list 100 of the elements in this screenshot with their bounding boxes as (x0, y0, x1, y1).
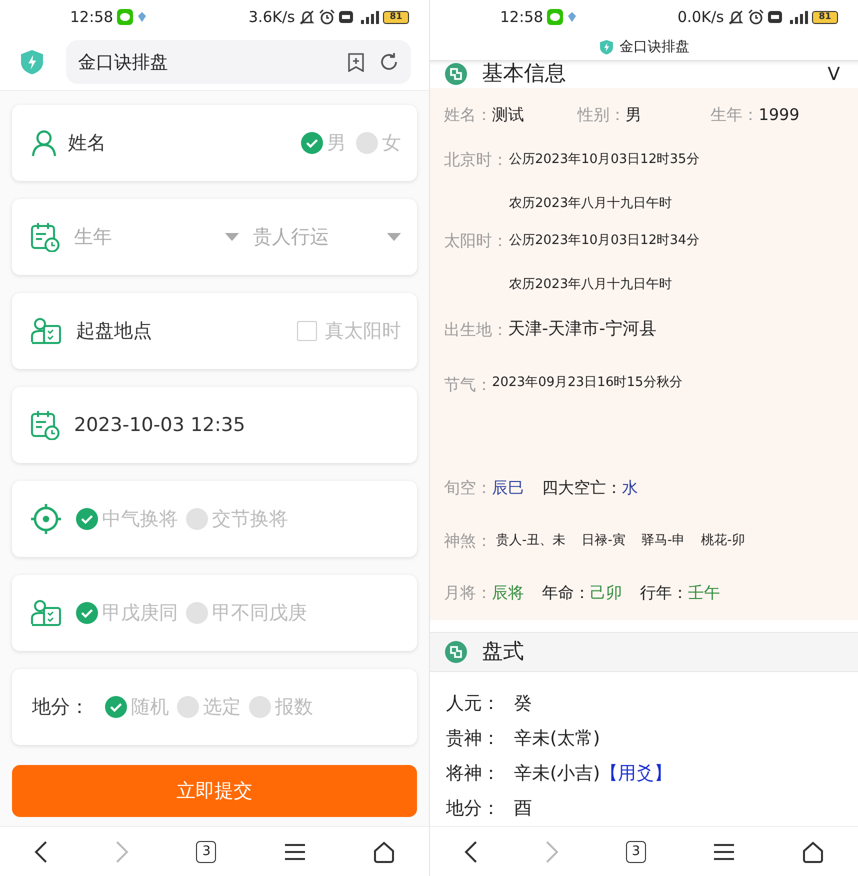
network-speed: 3.6K/s (248, 6, 295, 28)
status-time: 12:58 (500, 6, 544, 28)
field-label: 太阳时： (444, 230, 508, 252)
field-label: 地分： (32, 694, 89, 720)
field-label: 月将： (444, 582, 492, 604)
calendar-clock-icon (30, 222, 60, 252)
bell-off-icon (728, 9, 744, 25)
option-label: 中气换将 (102, 506, 178, 532)
option-label: 报数 (275, 694, 313, 720)
tabs-button[interactable]: 3 (196, 840, 216, 862)
back-icon[interactable] (464, 840, 478, 864)
field-value: 男 (625, 104, 642, 126)
field-value: 年命： (542, 582, 590, 604)
section-title: 基本信息 (482, 60, 566, 88)
field-label: 性别： (577, 104, 626, 126)
battery-level: 81 (383, 10, 409, 24)
section-logo-icon (444, 62, 468, 86)
field-label: 将神： (446, 762, 500, 786)
tabs-button[interactable]: 3 (626, 840, 646, 862)
hd-icon (339, 11, 353, 23)
checkbox-label: 真太阳时 (325, 318, 401, 344)
field-value: 酉 (514, 797, 532, 821)
notification-icon (137, 11, 148, 23)
radio-button[interactable] (356, 132, 378, 154)
menu-icon[interactable] (713, 842, 736, 860)
option-label: 甲戊庚同 (102, 600, 178, 626)
radio-button[interactable] (105, 696, 127, 718)
field-value: 四大空亡： (542, 477, 622, 499)
radio-button[interactable] (301, 132, 323, 154)
field-value: 辰将 (492, 582, 524, 604)
network-speed: 0.0K/s (677, 6, 724, 28)
page-title: 金口诀排盘 (620, 38, 690, 56)
chat-app-icon (547, 9, 564, 25)
option-label: 交节换将 (212, 506, 288, 532)
section-title: 盘式 (482, 638, 524, 666)
field-value: 水 (622, 477, 638, 499)
chat-app-icon (117, 9, 134, 25)
home-icon[interactable] (802, 840, 824, 862)
refresh-icon[interactable] (379, 52, 399, 72)
field-label: 姓名： (444, 104, 492, 126)
person-card-icon (30, 598, 62, 628)
field-label: 神煞： (444, 530, 492, 552)
option-label: 女 (382, 130, 401, 156)
option-label: 选定 (203, 694, 241, 720)
shield-icon (598, 38, 614, 56)
radio-button[interactable] (186, 508, 208, 530)
notification-icon (567, 11, 578, 23)
field-value: 日禄-寅 (582, 532, 626, 550)
datetime-field[interactable]: 2023-10-03 12:35 (74, 410, 246, 440)
date-line: 农历2023年八月十九日午时 (509, 195, 672, 214)
field-label: 出生地： (444, 318, 508, 340)
battery-level: 81 (812, 10, 838, 24)
section-logo-icon (444, 640, 468, 664)
caret-icon (387, 233, 401, 241)
option-label: 男 (327, 130, 346, 156)
option-label: 随机 (131, 694, 169, 720)
collapse-toggle[interactable]: V (828, 60, 840, 88)
field-value: 壬午 (688, 582, 720, 604)
field-label: 旬空： (444, 477, 492, 499)
date-line: 农历2023年八月十九日午时 (509, 276, 672, 294)
radio-button[interactable] (249, 696, 271, 718)
field-label: 北京时： (444, 148, 508, 170)
name-field[interactable]: 姓名 (68, 128, 106, 158)
calendar-clock-icon (30, 410, 60, 440)
home-icon[interactable] (373, 840, 396, 862)
status-time: 12:58 (70, 6, 114, 28)
menu-icon[interactable] (284, 842, 306, 860)
field-label: 贵神： (446, 727, 500, 751)
field-value: 己卯 (590, 582, 622, 604)
caret-icon (225, 233, 239, 241)
person-card-icon (30, 316, 62, 346)
target-icon (30, 503, 62, 535)
radio-button[interactable] (76, 602, 98, 624)
field-value: 贵人-丑、未 (496, 532, 566, 550)
alarm-icon (319, 9, 335, 25)
field-value: 测试 (492, 104, 524, 126)
date-line: 公历2023年10月03日12时34分 (509, 232, 700, 250)
field-label: 节气： (444, 374, 492, 396)
radio-button[interactable] (186, 602, 208, 624)
checkbox[interactable] (297, 321, 317, 341)
field-value: 2023年09月23日16时15分秋分 (492, 374, 682, 392)
shield-icon (20, 48, 44, 76)
radio-button[interactable] (177, 696, 199, 718)
location-field[interactable]: 起盘地点 (76, 316, 152, 346)
field-label: 地分： (446, 797, 500, 821)
field-value: 辰巳 (492, 477, 524, 499)
bell-off-icon (299, 9, 315, 25)
radio-button[interactable] (76, 508, 98, 530)
hd-icon (768, 11, 782, 23)
bookmark-add-icon[interactable] (347, 52, 365, 72)
back-icon[interactable] (34, 840, 48, 864)
field-value: 1999 (758, 104, 800, 126)
address-bar[interactable]: 金口诀排盘 (66, 40, 411, 84)
field-value: 行年： (640, 582, 688, 604)
field-value: 辛未(小吉) (514, 762, 600, 786)
field-value: 桃花-卯 (701, 532, 745, 550)
field-label: 生年： (710, 104, 759, 126)
field-value: 驿马-申 (641, 532, 686, 550)
page-title: 金口诀排盘 (78, 50, 168, 74)
field-label: 人元： (446, 692, 500, 716)
